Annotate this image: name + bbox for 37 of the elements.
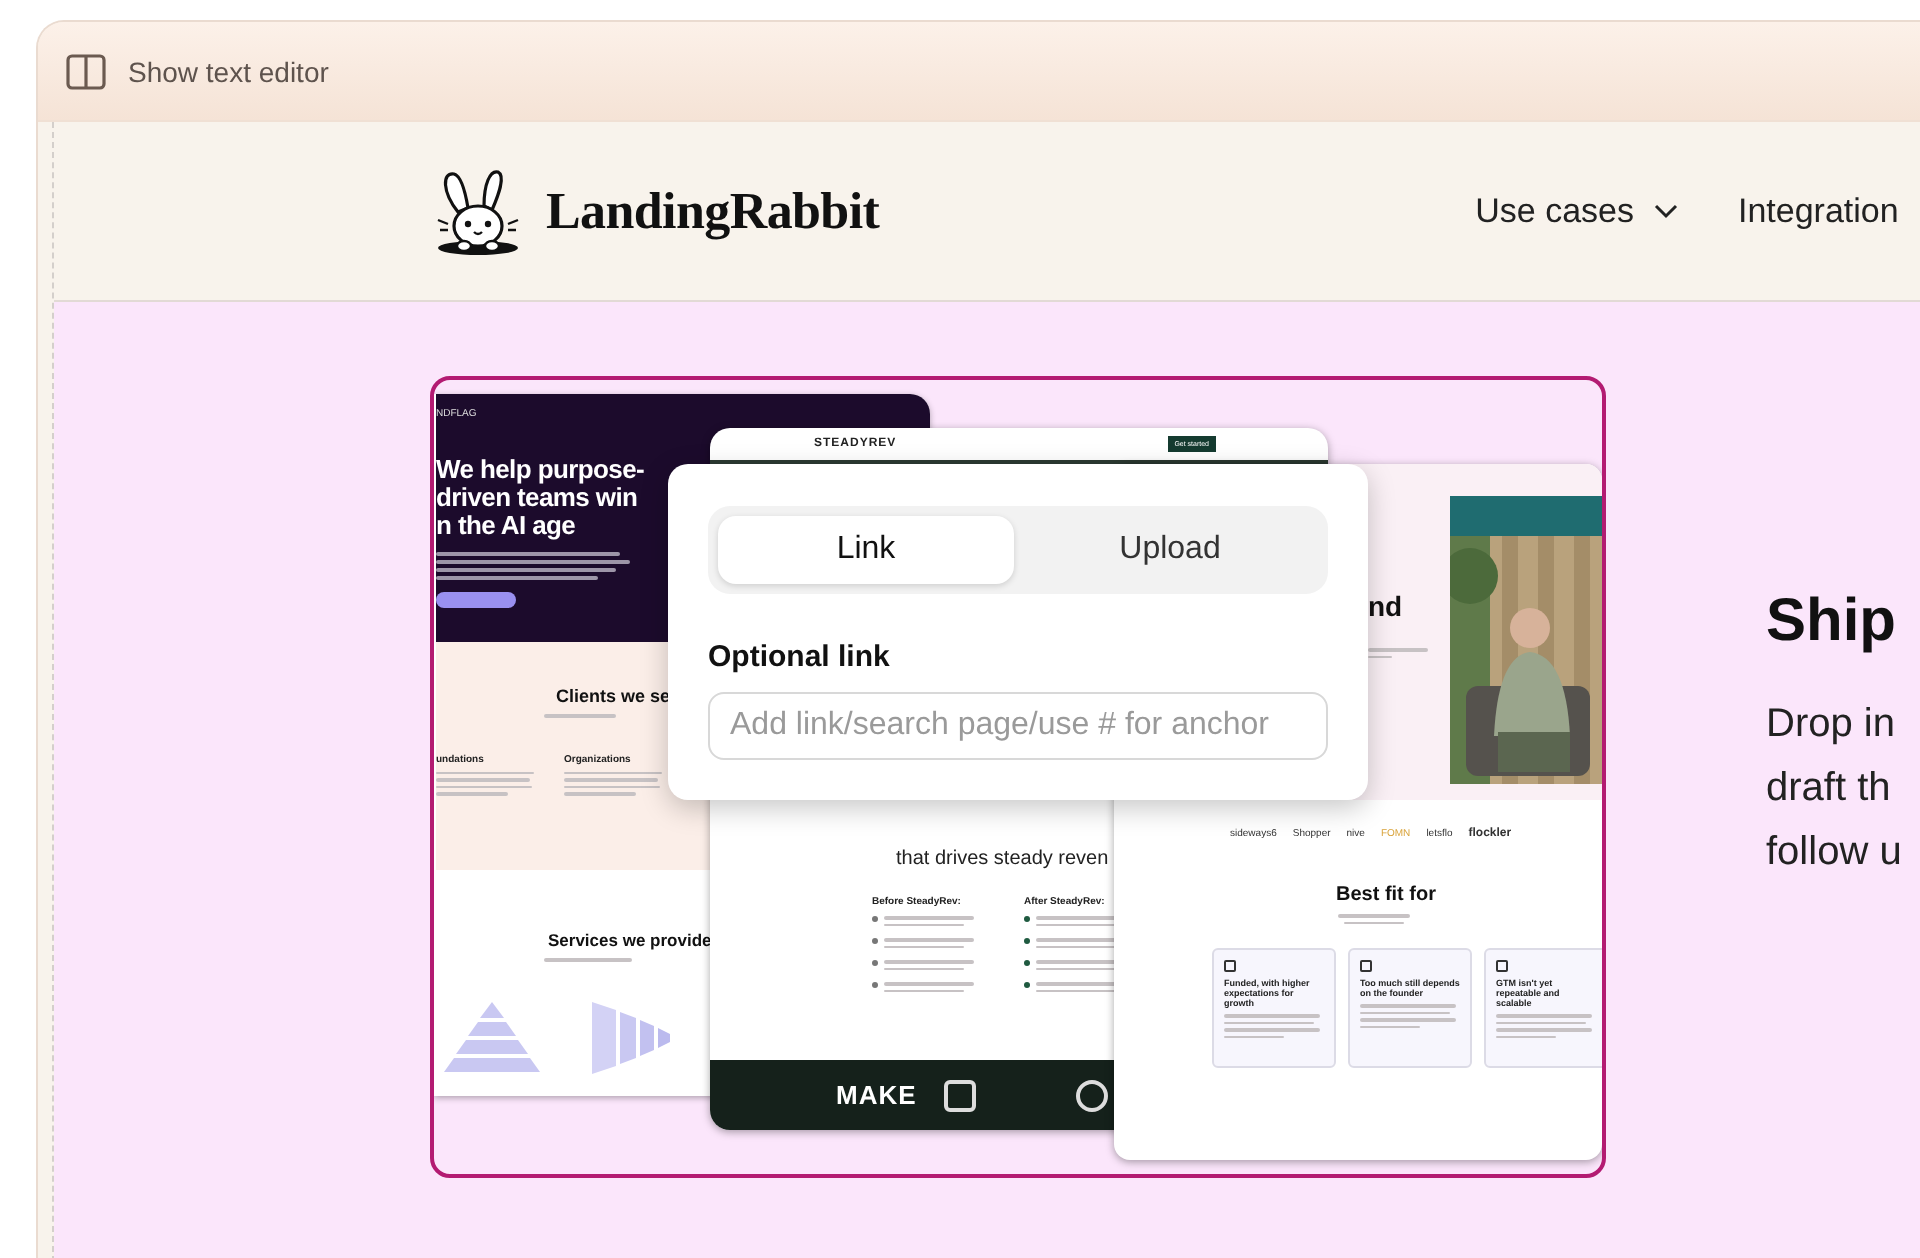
nav-link[interactable]: Use cases bbox=[1475, 191, 1678, 231]
mockup-headline: driven teams win bbox=[436, 484, 638, 512]
tab[interactable]: Link bbox=[718, 516, 1014, 584]
text-lines-drawing bbox=[544, 714, 616, 717]
hero-text: Drop in bbox=[1766, 700, 1897, 750]
feature-icon bbox=[1360, 960, 1372, 972]
mockup-heading: that drives steady reven bbox=[896, 848, 1111, 870]
mockup-headline: n the AI age bbox=[436, 512, 578, 540]
text-lines-drawing bbox=[1496, 1014, 1596, 1038]
split-panel-icon bbox=[66, 53, 106, 89]
pyramid-icon bbox=[442, 1001, 542, 1073]
circle-logo-icon bbox=[1076, 1079, 1109, 1111]
mockup-headline: We help purpose- bbox=[436, 456, 647, 484]
show-text-editor-button[interactable]: Show text editor bbox=[66, 53, 329, 89]
hero-text: follow u bbox=[1766, 828, 1902, 878]
field-label: Optional link bbox=[708, 640, 892, 674]
tab[interactable]: Upload bbox=[1022, 516, 1318, 584]
hero-heading: Ship bbox=[1766, 588, 1898, 656]
text-lines-drawing bbox=[544, 958, 632, 961]
text-lines-drawing bbox=[1360, 1004, 1460, 1028]
section-heading: Services we provide bbox=[548, 930, 712, 950]
funnel-bars-icon bbox=[592, 1001, 672, 1073]
mockup-heading: Best fit for bbox=[1334, 884, 1438, 906]
chevron-down-icon bbox=[1654, 203, 1678, 219]
selected-image-frame[interactable] bbox=[430, 376, 1606, 1178]
section-heading: Clients we se bbox=[556, 686, 671, 706]
nav-link[interactable]: Integration bbox=[1738, 191, 1899, 231]
brand-name: LandingRabbit bbox=[546, 181, 880, 241]
feature-icon bbox=[1224, 960, 1236, 972]
hero-text: draft th bbox=[1766, 764, 1893, 814]
text-lines-drawing bbox=[1224, 1014, 1324, 1038]
text-lines-drawing bbox=[1368, 648, 1428, 658]
mockup-button bbox=[436, 592, 516, 608]
feature-icon bbox=[1496, 960, 1508, 972]
mockup-heading: nd bbox=[1368, 590, 1403, 622]
link-input-field[interactable]: Add link/search page/use # for anchor bbox=[708, 692, 1328, 760]
client-logo: MAKE bbox=[836, 1080, 917, 1110]
